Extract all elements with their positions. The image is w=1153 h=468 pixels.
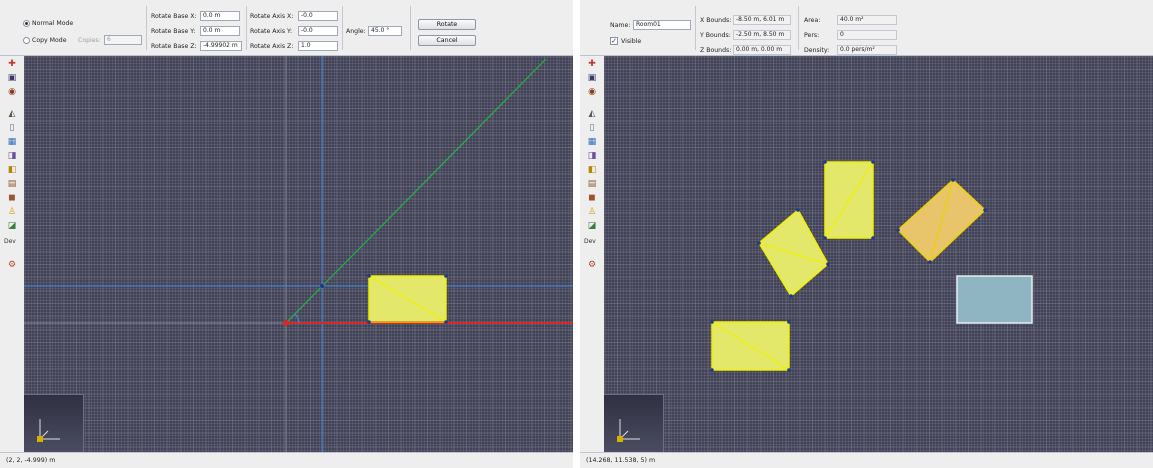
rotate-base-y-label: Rotate Base Y: bbox=[151, 28, 196, 35]
name-field[interactable]: Room01 bbox=[633, 20, 691, 30]
door-icon[interactable]: ▯ bbox=[586, 123, 598, 133]
globe-icon[interactable]: ◉ bbox=[586, 87, 598, 97]
room-shape-selected bbox=[956, 275, 1033, 324]
dev-label: Dev bbox=[584, 238, 596, 245]
tool-palette: ✚ ▣ ◉ ◭ ▯ ▦ ◨ ◧ ▤ ◼ ♙ ◪ Dev ⚙ bbox=[580, 56, 604, 452]
rotation-origin-handle bbox=[283, 320, 289, 326]
rotate-base-y-field[interactable]: 0.0 m bbox=[200, 26, 240, 36]
rotate-base-x-label: Rotate Base X: bbox=[151, 13, 197, 20]
furniture-icon[interactable]: ▤ bbox=[586, 179, 598, 189]
x-bounds-value: -8.50 m, 6.01 m bbox=[733, 15, 791, 25]
axes-icon bbox=[37, 419, 60, 442]
x-bounds-label: X Bounds: bbox=[700, 17, 732, 24]
globe-icon[interactable]: ◉ bbox=[6, 87, 18, 97]
room-vertex bbox=[444, 274, 448, 278]
divider bbox=[146, 6, 147, 50]
z-bounds-label: Z Bounds: bbox=[700, 47, 732, 54]
cancel-button[interactable]: Cancel bbox=[418, 35, 476, 46]
copy-mode-radio[interactable] bbox=[23, 37, 30, 44]
left-window: Normal Mode Copy Mode Copies: 6 Rotate B… bbox=[0, 0, 573, 468]
room-icon[interactable]: ◧ bbox=[6, 165, 18, 175]
select-icon[interactable]: ▣ bbox=[586, 73, 598, 83]
visible-checkbox[interactable]: ✓ bbox=[610, 37, 618, 45]
pers-value: 0 bbox=[837, 30, 897, 40]
divider bbox=[695, 6, 696, 50]
density-value: 0.0 pers/m² bbox=[837, 45, 897, 55]
room-vertex bbox=[367, 320, 371, 324]
right-window: Name: Room01 ✓ Visible X Bounds: -8.50 m… bbox=[580, 0, 1153, 468]
normal-mode-label: Normal Mode bbox=[32, 20, 74, 27]
rotate-button[interactable]: Rotate bbox=[418, 19, 476, 30]
window-icon[interactable]: ▦ bbox=[6, 137, 18, 147]
room-icon[interactable]: ◧ bbox=[586, 165, 598, 175]
stair-icon[interactable]: ◨ bbox=[6, 151, 18, 161]
move-icon[interactable]: ✚ bbox=[6, 59, 18, 69]
room-vertex bbox=[444, 320, 448, 324]
group-icon[interactable]: ◪ bbox=[586, 221, 598, 231]
settings-icon[interactable]: ⚙ bbox=[586, 260, 598, 270]
area-label: Area: bbox=[804, 17, 821, 24]
name-label: Name: bbox=[610, 22, 631, 29]
move-icon[interactable]: ✚ bbox=[586, 59, 598, 69]
angle-field[interactable]: 45.0 ° bbox=[368, 26, 402, 36]
copy-mode-label: Copy Mode bbox=[32, 37, 67, 44]
rotate-axis-z-label: Rotate Axis Z: bbox=[250, 43, 294, 50]
rotate-axis-y-field[interactable]: -0.0 bbox=[298, 26, 338, 36]
copies-label: Copies: bbox=[78, 37, 101, 44]
canvas-drawing bbox=[24, 56, 573, 452]
stair-icon[interactable]: ◨ bbox=[586, 151, 598, 161]
z-bounds-value: 0.00 m, 0.00 m bbox=[733, 45, 791, 55]
object-icon[interactable]: ◼ bbox=[6, 193, 18, 203]
room-vertex bbox=[367, 274, 371, 278]
window-icon[interactable]: ▦ bbox=[586, 137, 598, 147]
y-bounds-value: -2.50 m, 8.50 m bbox=[733, 30, 791, 40]
person-icon[interactable]: ♙ bbox=[586, 207, 598, 217]
door-icon[interactable]: ▯ bbox=[6, 123, 18, 133]
object-icon[interactable]: ◼ bbox=[586, 193, 598, 203]
room-properties-toolbar: Name: Room01 ✓ Visible X Bounds: -8.50 m… bbox=[580, 0, 1153, 56]
axes-icon bbox=[617, 419, 640, 442]
copies-field[interactable]: 6 bbox=[104, 35, 142, 45]
normal-mode-radio[interactable] bbox=[23, 20, 30, 27]
rotate-base-z-label: Rotate Base Z: bbox=[151, 43, 197, 50]
angle-arc bbox=[294, 313, 300, 324]
rotate-base-z-field[interactable]: -4.99902 m bbox=[200, 41, 242, 51]
divider bbox=[410, 6, 411, 50]
status-bar: (14.268, 11.538, 5) m bbox=[580, 452, 1153, 468]
pers-label: Pers: bbox=[804, 32, 820, 39]
divider bbox=[798, 6, 799, 50]
wall-icon[interactable]: ◭ bbox=[586, 109, 598, 119]
dev-label: Dev bbox=[4, 238, 16, 245]
status-bar: (2, 2, -4.999) m bbox=[0, 452, 573, 468]
guide-handle bbox=[320, 284, 324, 288]
design-canvas[interactable] bbox=[24, 56, 573, 452]
tool-palette: ✚ ▣ ◉ ◭ ▯ ▦ ◨ ◧ ▤ ◼ ♙ ◪ Dev ⚙ bbox=[0, 56, 24, 452]
rotate-axis-y-label: Rotate Axis Y: bbox=[250, 28, 293, 35]
select-icon[interactable]: ▣ bbox=[6, 73, 18, 83]
view-orientation-widget bbox=[24, 394, 84, 452]
settings-icon[interactable]: ⚙ bbox=[6, 260, 18, 270]
visible-label: Visible bbox=[621, 38, 642, 45]
y-bounds-label: Y Bounds: bbox=[700, 32, 731, 39]
divider bbox=[246, 6, 247, 50]
rotate-axis-x-field[interactable]: -0.0 bbox=[298, 11, 338, 21]
rotate-base-x-field[interactable]: 0.0 m bbox=[200, 11, 240, 21]
group-icon[interactable]: ◪ bbox=[6, 221, 18, 231]
window-gap bbox=[573, 0, 580, 468]
rotate-axis-x-label: Rotate Axis X: bbox=[250, 13, 294, 20]
rotate-axis-z-field[interactable]: 1.0 bbox=[298, 41, 338, 51]
density-label: Density: bbox=[804, 47, 830, 54]
area-value: 40.0 m² bbox=[837, 15, 897, 25]
design-canvas[interactable] bbox=[604, 56, 1153, 452]
angle-label: Angle: bbox=[346, 28, 366, 35]
view-orientation-widget bbox=[604, 394, 664, 452]
canvas-drawing bbox=[710, 160, 1033, 372]
person-icon[interactable]: ♙ bbox=[6, 207, 18, 217]
rotate-toolbar: Normal Mode Copy Mode Copies: 6 Rotate B… bbox=[0, 0, 573, 56]
divider bbox=[342, 6, 343, 50]
furniture-icon[interactable]: ▤ bbox=[6, 179, 18, 189]
wall-icon[interactable]: ◭ bbox=[6, 109, 18, 119]
